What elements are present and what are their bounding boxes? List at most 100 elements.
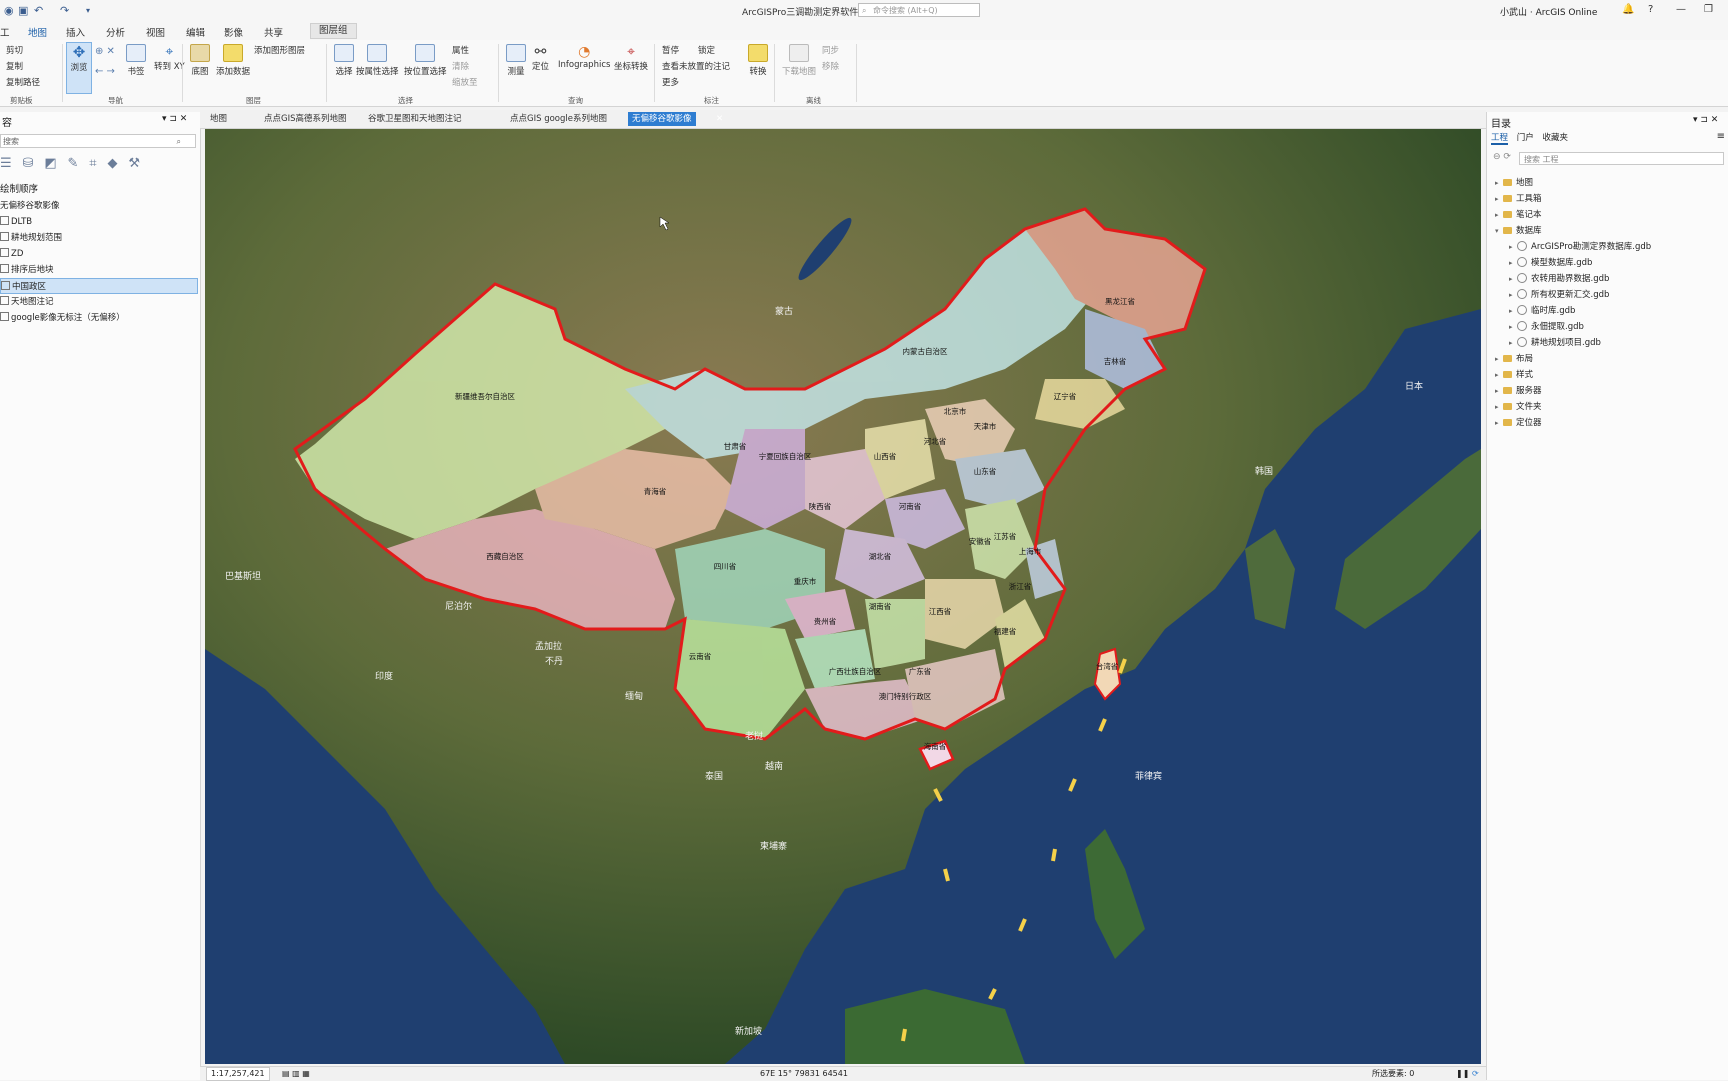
database-item[interactable]: ▸ ArcGISPro勘测定界数据库.gdb — [1509, 240, 1651, 252]
expand-icon[interactable]: ▸ — [1509, 307, 1517, 315]
layer-visibility-checkbox[interactable] — [0, 248, 9, 257]
infographics-button[interactable]: ◔ Infographics — [558, 44, 610, 70]
catalog-tab-favorites[interactable]: 收藏夹 — [1542, 133, 1568, 143]
layer-item[interactable]: 天地图注记 — [0, 294, 198, 310]
select-by-attributes-button[interactable]: 按属性选择 — [356, 44, 399, 77]
bookmarks-button[interactable]: 书签 — [126, 44, 146, 77]
goto-xy-button[interactable]: ⌖ 转到 XY — [154, 44, 185, 72]
layer-visibility-checkbox[interactable] — [0, 264, 9, 273]
command-search-input[interactable]: ⌕ 命令搜索 (Alt+Q) — [858, 3, 980, 17]
expand-icon[interactable]: ▸ — [1495, 371, 1503, 379]
menu-icon[interactable]: ≡ — [1717, 131, 1725, 142]
layer-item[interactable]: 耕地规划范围 — [0, 230, 198, 246]
view-mode-icons[interactable]: ▤ ▥ ▦ — [282, 1067, 310, 1081]
expand-icon[interactable]: ▸ — [1509, 243, 1517, 251]
restore-icon[interactable]: ❐ — [1704, 4, 1713, 15]
coordinate-conversion-button[interactable]: ⌖ 坐标转换 — [614, 44, 648, 72]
close-tab-icon[interactable]: ✕ — [712, 112, 727, 126]
sync-button[interactable]: 同步 — [822, 44, 839, 56]
copy-button[interactable]: 复制 — [6, 60, 23, 72]
database-item[interactable]: ▸ 永佃提取.gdb — [1509, 320, 1584, 332]
layer-item[interactable]: google影像无标注（无偏移） — [0, 310, 198, 326]
layer-item[interactable]: ZD — [0, 246, 198, 262]
locate-button[interactable]: ⚯ 定位 — [532, 44, 549, 72]
catalog-item-layouts[interactable]: ▸ 布局 — [1495, 352, 1533, 364]
layer-item[interactable]: DLTB — [0, 214, 198, 230]
map-canvas[interactable]: 新疆维吾尔自治区西藏自治区 青海省 甘肃省 内蒙古自治区 黑龙江省吉林省辽宁省北京市天津… — [205, 129, 1481, 1064]
pause-labeling-button[interactable]: 暂停 — [662, 44, 679, 56]
list-by-snapping-icon[interactable]: ⌗ — [89, 156, 96, 171]
list-by-drawing-order-icon[interactable]: ☰ — [0, 156, 12, 171]
tab-edit[interactable]: 编辑 — [186, 25, 205, 39]
catalog-tab-portal[interactable]: 门户 — [1517, 133, 1534, 143]
user-account[interactable]: 小武山 · ArcGIS Online — [1500, 5, 1597, 18]
layer-visibility-checkbox[interactable] — [1, 281, 10, 290]
undo-icon[interactable]: ↶ — [34, 4, 43, 17]
clear-selection-button[interactable]: 清除 — [452, 60, 469, 72]
convert-labels-button[interactable]: 转换 — [748, 44, 768, 77]
customize-quick-access-icon[interactable]: ▾ — [86, 6, 90, 15]
tab-project[interactable]: 工 — [0, 25, 10, 39]
view-unplaced-button[interactable]: 查看未放置的注记 — [662, 60, 730, 72]
select-button[interactable]: 选择 — [334, 44, 354, 77]
layer-visibility-checkbox[interactable] — [0, 312, 9, 321]
more-labeling-button[interactable]: 更多 — [662, 76, 679, 88]
layer-item[interactable]: 排序后地块 — [0, 262, 198, 278]
lock-labeling-button[interactable]: 锁定 — [698, 44, 715, 56]
expand-icon[interactable]: ▸ — [1495, 387, 1503, 395]
collapse-icon[interactable]: ▾ — [1495, 227, 1503, 235]
list-by-labeling-icon[interactable]: ◆ — [107, 156, 117, 171]
measure-button[interactable]: 测量 — [506, 44, 526, 77]
map-tab[interactable]: 点点GIS高德系列地图 — [260, 112, 351, 126]
zoom-to-selection-button[interactable]: 缩放至 — [452, 76, 478, 88]
expand-icon[interactable]: ▸ — [1495, 179, 1503, 187]
minimize-icon[interactable]: — — [1676, 4, 1686, 15]
list-by-source-icon[interactable]: ⛁ — [23, 156, 34, 171]
attributes-button[interactable]: 属性 — [452, 44, 469, 56]
expand-icon[interactable]: ▸ — [1509, 323, 1517, 331]
map-tab[interactable]: 谷歌卫星图和天地图注记 — [364, 112, 466, 126]
save-icon[interactable]: ▣ — [18, 4, 28, 17]
basemap-button[interactable]: 底图 — [190, 44, 210, 77]
download-map-button[interactable]: 下载地图 — [782, 44, 816, 77]
expand-icon[interactable]: ▸ — [1509, 339, 1517, 347]
tab-insert[interactable]: 插入 — [66, 25, 85, 39]
expand-icon[interactable]: ▸ — [1495, 355, 1503, 363]
remove-offline-button[interactable]: 移除 — [822, 60, 839, 72]
expand-icon[interactable]: ▸ — [1509, 259, 1517, 267]
catalog-search-input[interactable]: 搜索 工程 — [1519, 152, 1724, 165]
layer-visibility-checkbox[interactable] — [0, 296, 9, 305]
catalog-item-folders[interactable]: ▸ 文件夹 — [1495, 400, 1542, 412]
expand-icon[interactable]: ▸ — [1509, 291, 1517, 299]
back-icon[interactable]: ⊖ ⟳ — [1493, 152, 1511, 162]
pause-drawing-icon[interactable]: ❚❚ — [1456, 1067, 1469, 1081]
catalog-item-notebooks[interactable]: ▸ 笔记本 — [1495, 208, 1542, 220]
expand-icon[interactable]: ▸ — [1509, 275, 1517, 283]
zoom-tools-icon[interactable]: ⊕ ✕ — [95, 46, 115, 57]
refresh-icon[interactable]: ⟳ — [1472, 1067, 1479, 1081]
redo-icon[interactable]: ↷ — [60, 4, 69, 17]
expand-icon[interactable]: ▸ — [1495, 211, 1503, 219]
catalog-tab-project[interactable]: 工程 — [1491, 133, 1509, 145]
notification-icon[interactable]: 🔔 — [1622, 4, 1634, 15]
pane-options-icon[interactable]: ▾ ⊐ ✕ — [162, 114, 187, 124]
scale-selector[interactable]: 1:17,257,421 — [206, 1067, 270, 1081]
catalog-item-toolboxes[interactable]: ▸ 工具箱 — [1495, 192, 1542, 204]
catalog-item-databases[interactable]: ▾ 数据库 — [1495, 224, 1542, 236]
help-icon[interactable]: ? — [1648, 4, 1653, 15]
list-by-editing-icon[interactable]: ✎ — [67, 156, 78, 171]
explore-button[interactable]: ✥ 浏览 — [66, 42, 92, 94]
pane-options-icon[interactable]: ▾ ⊐ ✕ — [1693, 115, 1718, 125]
list-by-selection-icon[interactable]: ◩ — [44, 156, 56, 171]
expand-icon[interactable]: ▸ — [1495, 419, 1503, 427]
expand-icon[interactable]: ▸ — [1495, 195, 1503, 203]
database-item[interactable]: ▸ 农转用勘界数据.gdb — [1509, 272, 1609, 284]
layer-item[interactable]: 无偏移谷歌影像 — [0, 198, 198, 214]
layer-visibility-checkbox[interactable] — [0, 216, 9, 225]
expand-icon[interactable]: ▸ — [1495, 403, 1503, 411]
map-tab-active[interactable]: 无偏移谷歌影像 — [628, 112, 696, 126]
tab-analysis[interactable]: 分析 — [106, 25, 125, 39]
catalog-item-maps[interactable]: ▸ 地图 — [1495, 176, 1533, 188]
tab-layer-group[interactable]: 图层组 — [310, 23, 357, 39]
map-tab[interactable]: 地图 — [206, 112, 231, 126]
